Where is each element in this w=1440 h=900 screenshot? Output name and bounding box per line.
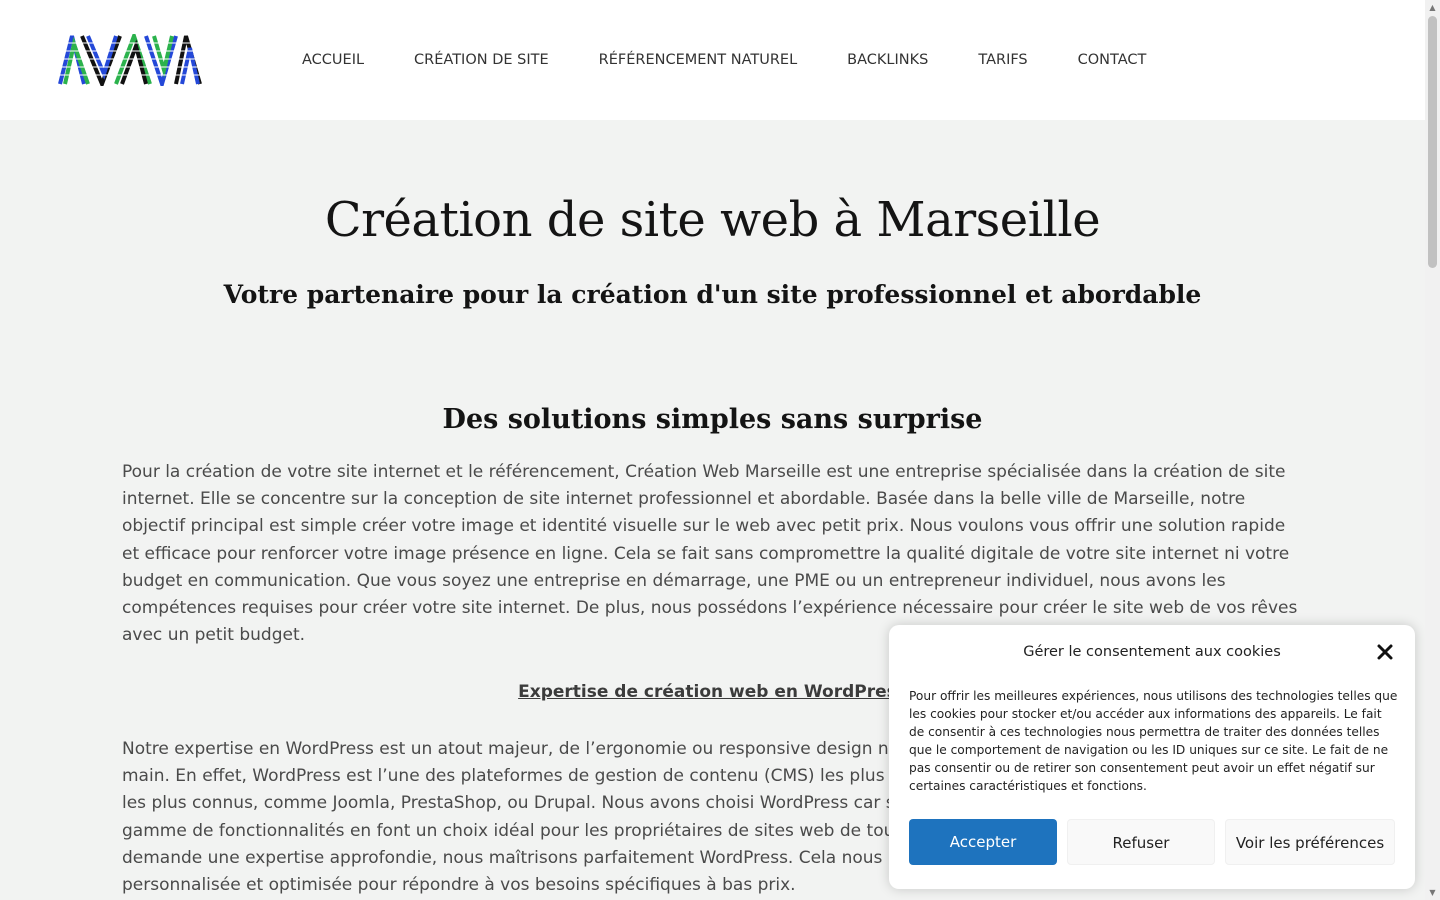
nav-item-tarifs[interactable]: TARIFS	[978, 50, 1027, 70]
preferences-button[interactable]: Voir les préférences	[1225, 819, 1395, 865]
site-logo[interactable]	[58, 30, 202, 91]
page-title: Création de site web à Marseille	[324, 192, 1101, 248]
nav-item-contact[interactable]: CONTACT	[1078, 50, 1147, 70]
close-icon[interactable]	[1375, 642, 1395, 662]
nav-item-creation-de-site[interactable]: CRÉATION DE SITE	[414, 50, 549, 70]
section-title: Des solutions simples sans surprise	[442, 404, 983, 435]
cookie-dialog-text: Pour offrir les meilleures expériences, …	[909, 689, 1398, 793]
logo-mark-icon	[58, 30, 202, 91]
scrollbar-thumb[interactable]	[1428, 16, 1437, 268]
intro-paragraph: Pour la création de votre site internet …	[122, 462, 1298, 646]
scroll-up-arrow-icon[interactable]: ▲	[1425, 0, 1440, 15]
nav-item-referencement-naturel[interactable]: RÉFÉRENCEMENT NATUREL	[599, 50, 798, 70]
site-header: ACCUEIL CRÉATION DE SITE RÉFÉRENCEMENT N…	[0, 0, 1425, 120]
nav-item-backlinks[interactable]: BACKLINKS	[847, 50, 928, 70]
nav-item-accueil[interactable]: ACCUEIL	[302, 50, 364, 70]
accept-button[interactable]: Accepter	[909, 819, 1057, 865]
cookie-consent-dialog: Gérer le consentement aux cookies Pour o…	[889, 625, 1415, 889]
scroll-down-arrow-icon[interactable]: ▼	[1425, 885, 1440, 900]
page-subtitle: Votre partenaire pour la création d'un s…	[223, 280, 1202, 309]
page-scrollbar[interactable]: ▲ ▼	[1425, 0, 1440, 900]
cookie-dialog-title: Gérer le consentement aux cookies	[1023, 644, 1281, 660]
main-nav: ACCUEIL CRÉATION DE SITE RÉFÉRENCEMENT N…	[302, 50, 1196, 70]
refuse-button[interactable]: Refuser	[1067, 819, 1215, 865]
